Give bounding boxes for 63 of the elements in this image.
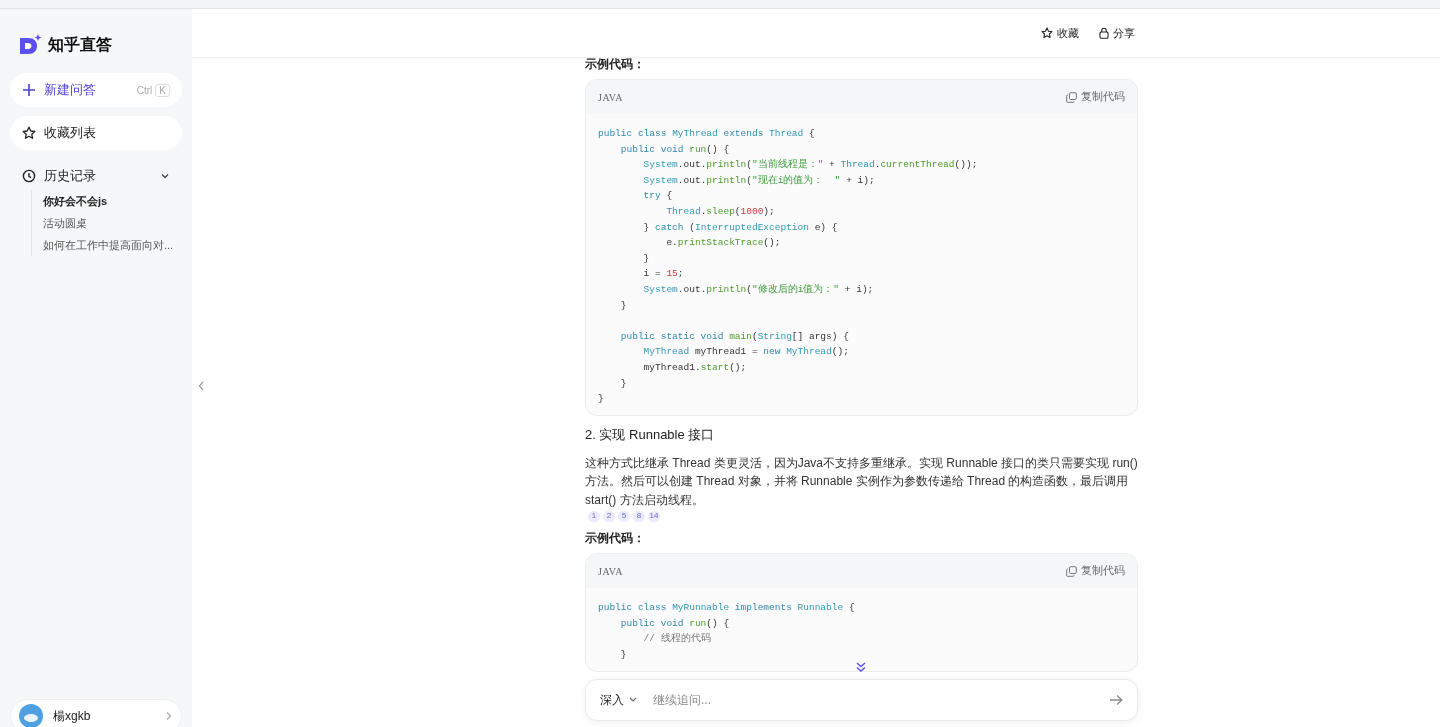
code-language-label: JAVA	[598, 565, 623, 577]
history-item[interactable]: 活动圆桌	[43, 212, 182, 234]
shortcut-hint: Ctrl	[136, 84, 153, 96]
answer-paragraph: 这种方式比继承 Thread 类更灵活，因为Java不支持多重继承。实现 Runnable 接口的类只需要实现 run() 方法。然后可以创建 Thread 对象，并将 Runnable 实例作为参数传递给 Thread 的构造函数，最后调用 start() 方法启动线程。	[585, 454, 1138, 509]
user-menu[interactable]: 楊xgkb	[10, 699, 182, 727]
citation-badge[interactable]: 5	[618, 511, 630, 523]
copy-icon	[1066, 565, 1077, 577]
favorite-button[interactable]: 收藏	[1041, 25, 1079, 41]
chevron-down-icon	[160, 171, 170, 181]
code-line: MyThread myThread1 = new MyThread();	[642, 345, 849, 360]
follow-up-input[interactable]: 深入 继续追问...	[585, 679, 1138, 721]
chevron-right-icon	[165, 711, 173, 721]
code-comment: // 线程的代码	[642, 632, 711, 647]
code-line: System.out.println("现在i的值为： " + i);	[642, 173, 875, 188]
star-icon	[22, 126, 36, 140]
chevron-left-icon[interactable]	[198, 381, 204, 391]
app-logo-text: 知乎直答	[48, 34, 112, 55]
section-caption: 示例代码：	[585, 58, 646, 73]
citation-badge[interactable]: 2	[603, 511, 615, 523]
section-caption: 示例代码：	[585, 530, 646, 548]
chevron-down-icon	[629, 697, 637, 703]
citation-badge[interactable]: 1	[588, 511, 600, 523]
code-line: public class MyRunnable implements Runnable {	[598, 601, 855, 616]
code-line: public static void main(String[] args) {	[619, 329, 849, 344]
code-line: i = 15;	[642, 267, 684, 282]
code-line: }	[619, 298, 627, 313]
copy-code-button[interactable]: 复制代码	[1066, 564, 1125, 579]
section-heading: 2. 实现 Runnable 接口	[585, 425, 716, 444]
code-line: public void run() {	[619, 142, 730, 157]
copy-code-button[interactable]: 复制代码	[1066, 90, 1125, 104]
code-line: e.printStackTrace();	[665, 236, 781, 251]
history-item[interactable]: 如何在工作中提高面向对...	[43, 234, 182, 256]
code-language-label: JAVA	[598, 91, 623, 103]
code-line: System.out.println("修改后的i值为：" + i);	[642, 282, 874, 297]
mode-dropdown[interactable]: 深入	[600, 691, 637, 709]
logo-icon	[18, 34, 42, 56]
code-line: } catch (InterruptedException e) {	[642, 220, 838, 235]
copy-icon	[1066, 91, 1077, 103]
code-line: }	[598, 392, 604, 407]
code-line: public class MyThread extends Thread {	[598, 127, 815, 141]
lock-icon	[1099, 27, 1109, 39]
code-line: }	[619, 647, 627, 662]
send-arrow-icon[interactable]	[1109, 694, 1123, 706]
star-icon	[1041, 27, 1053, 39]
code-line: public void run() {	[619, 616, 730, 631]
code-line: }	[642, 251, 650, 266]
avatar-icon	[19, 704, 43, 727]
plus-icon	[22, 83, 36, 97]
citation-badge[interactable]: 8	[633, 511, 645, 523]
code-line: System.out.println("当前线程是：" + Thread.currentThread());	[642, 158, 978, 173]
citation-badge[interactable]: 14	[648, 511, 660, 523]
share-button[interactable]: 分享	[1099, 25, 1135, 41]
history-toggle[interactable]: 历史记录	[10, 162, 182, 190]
new-question-button[interactable]: 新建问答 Ctrl K	[10, 73, 182, 107]
code-line: myThread1.start();	[642, 360, 747, 375]
code-line: Thread.sleep(1000);	[665, 204, 775, 219]
shortcut-key: K	[155, 83, 170, 97]
history-item[interactable]: 你好会不会js	[43, 190, 182, 212]
code-line: try {	[642, 189, 673, 204]
favorites-button[interactable]: 收藏列表	[10, 116, 182, 150]
double-chevron-down-icon[interactable]	[855, 661, 867, 673]
clock-icon	[22, 169, 36, 183]
code-line: }	[619, 376, 627, 391]
